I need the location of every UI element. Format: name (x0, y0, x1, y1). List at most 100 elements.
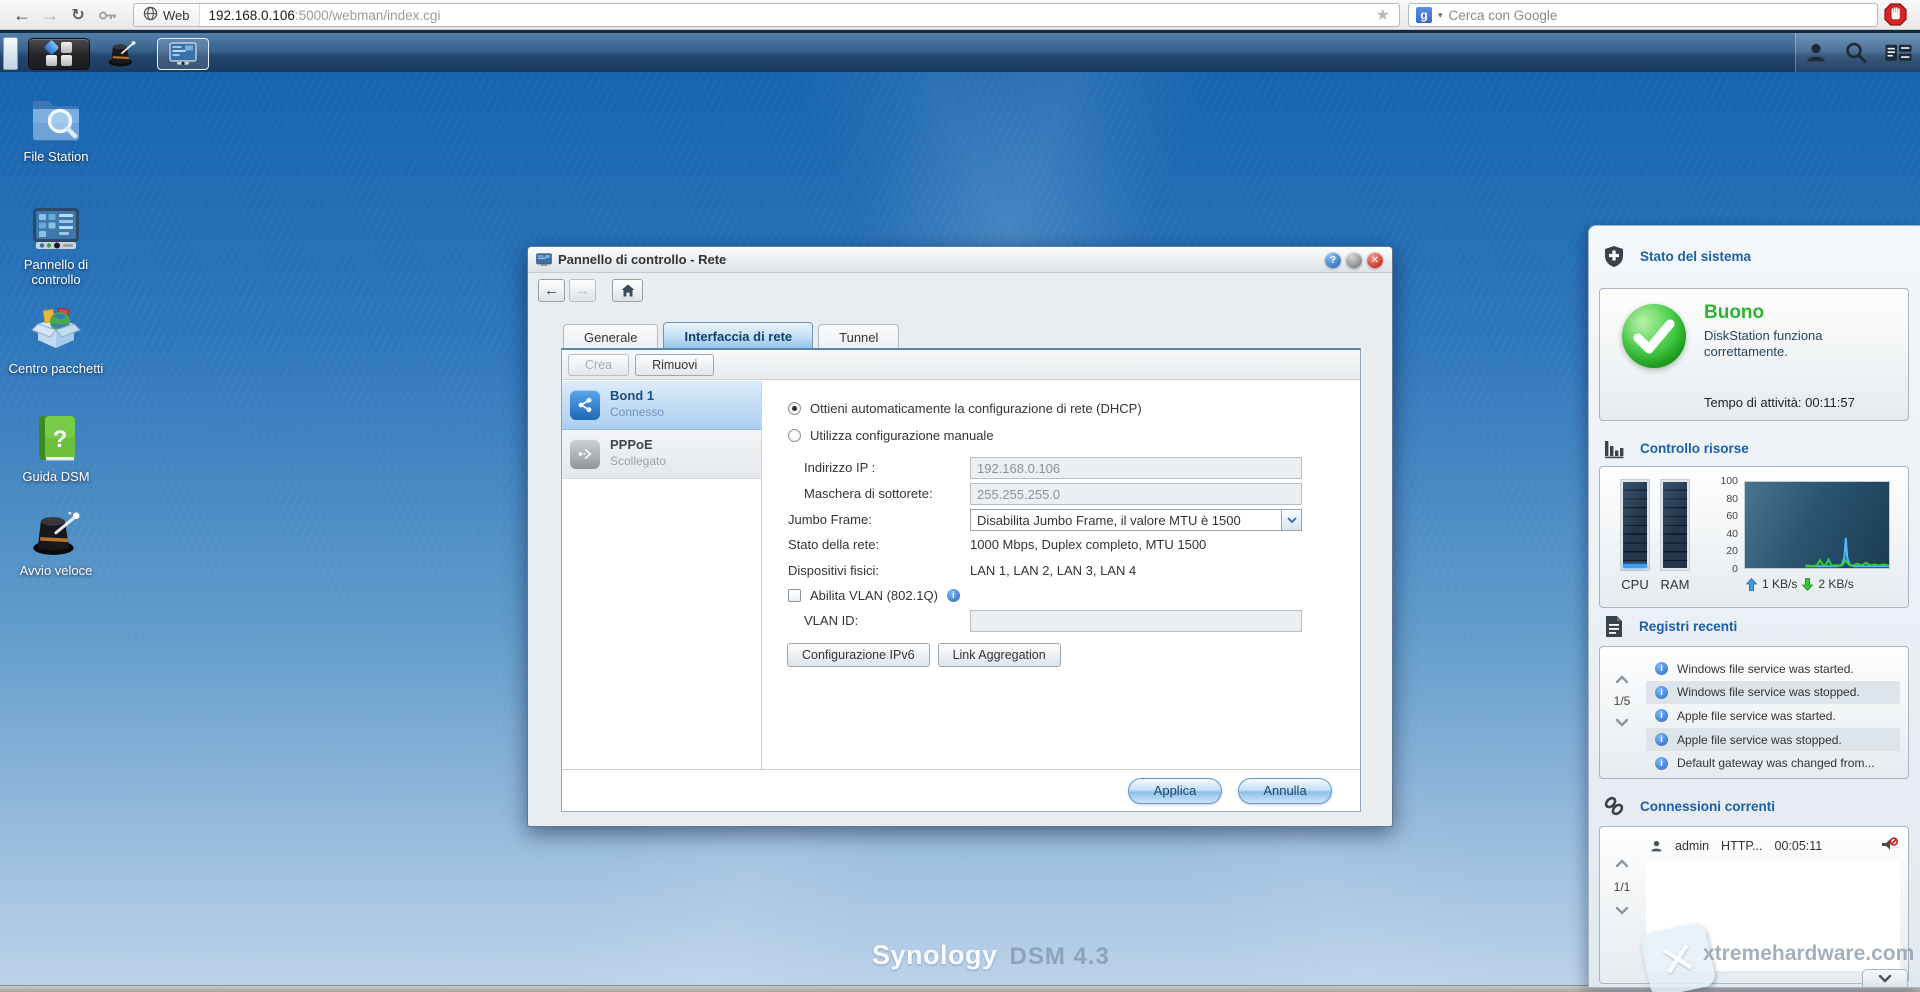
dsm-taskbar (0, 30, 1920, 72)
current-connections-title: Connessioni correnti (1640, 799, 1775, 814)
network-graph-svg (1745, 482, 1889, 568)
log-row[interactable]: iDefault gateway was changed from... (1646, 751, 1900, 775)
upload-rate: 1 KB/s (1762, 577, 1797, 591)
apply-button[interactable]: Applica (1128, 778, 1222, 804)
search-engine-caret-icon[interactable]: ▾ (1438, 10, 1443, 21)
window-title: Pannello di controllo - Rete (558, 252, 726, 267)
window-titlebar[interactable]: Pannello di controllo - Rete (528, 247, 1392, 273)
logs-page-down-icon[interactable] (1615, 718, 1629, 727)
window-back-button[interactable]: ← (538, 279, 565, 302)
desktop-icon-package-center[interactable]: Centro pacchetti (8, 306, 104, 376)
vlan-id-input[interactable] (970, 610, 1302, 632)
connections-page-down-icon[interactable] (1615, 906, 1629, 915)
search-box[interactable]: g ▾ (1408, 3, 1878, 27)
logs-page-indicator: 1/5 (1606, 694, 1638, 708)
site-identity-badge[interactable]: Web (134, 4, 200, 26)
control-panel-window-icon (169, 42, 197, 66)
logs-page-up-icon[interactable] (1615, 675, 1629, 684)
interface-item-bond1[interactable]: Bond 1 Connesso (562, 381, 761, 430)
resource-monitor-card: CPU RAM 100 80 60 40 20 0 1 KB/s 2 KB (1599, 466, 1909, 608)
file-station-icon (30, 96, 82, 144)
manual-radio-row: Utilizza configurazione manuale (788, 428, 994, 443)
status-word: Buono (1704, 302, 1764, 324)
manual-config-radio[interactable] (788, 429, 801, 442)
show-desktop-button[interactable] (3, 37, 18, 70)
close-button[interactable]: ✕ (1367, 252, 1383, 268)
interface-list: Bond 1 Connesso PPPoE Scollegato (562, 381, 762, 769)
connections-page-up-icon[interactable] (1615, 859, 1629, 868)
current-connections-card: 1/1 admin HTTP... 00:05:11 (1599, 826, 1909, 984)
shield-icon (1603, 245, 1625, 268)
svg-text:?: ? (53, 426, 68, 453)
window-home-button[interactable] (612, 279, 643, 302)
kick-connection-icon[interactable] (1881, 837, 1898, 855)
quick-launch-taskbar-button[interactable] (100, 38, 144, 70)
sidebar-collapse-button[interactable] (1862, 969, 1908, 988)
ip-label-row: Indirizzo IP : (804, 460, 875, 475)
widgets-icon[interactable] (1885, 43, 1912, 63)
current-connections-header[interactable]: Connessioni correnti (1603, 794, 1775, 818)
url-bar[interactable]: Web 192.168.0.106:5000/webman/index.cgi … (133, 3, 1400, 27)
create-button[interactable]: Crea (568, 354, 629, 376)
remove-button[interactable]: Rimuovi (635, 354, 714, 376)
tab-generale[interactable]: Generale (563, 324, 658, 349)
interface-item-pppoe[interactable]: PPPoE Scollegato (562, 430, 761, 479)
subnet-input[interactable] (970, 483, 1302, 505)
desktop-icon-quick-start[interactable]: Avvio veloce (8, 510, 104, 578)
net-status-row: Stato della rete: (788, 537, 879, 552)
window-forward-button[interactable]: → (569, 279, 596, 302)
system-status-header[interactable]: Stato del sistema (1603, 244, 1751, 268)
ipv6-config-button[interactable]: Configurazione IPv6 (787, 643, 930, 667)
minimize-button[interactable] (1346, 252, 1362, 268)
dhcp-radio[interactable] (788, 402, 801, 415)
main-menu-button[interactable] (28, 38, 90, 70)
tab-interfaccia-di-rete[interactable]: Interfaccia di rete (663, 322, 813, 349)
browser-forward-button[interactable]: → (36, 1, 64, 29)
search-input[interactable] (1449, 8, 1877, 23)
form-buttons-row: Configurazione IPv6 Link Aggregation (787, 643, 1061, 667)
ram-gauge (1660, 479, 1690, 571)
bookmark-star-icon[interactable]: ★ (1376, 5, 1399, 25)
user-icon[interactable] (1804, 40, 1828, 65)
site-badge-label: Web (163, 8, 190, 23)
subnet-label-row: Maschera di sottorete: (804, 486, 933, 501)
link-aggregation-button[interactable]: Link Aggregation (938, 643, 1061, 667)
browser-reload-button[interactable]: ↻ (64, 1, 92, 29)
network-graph (1744, 481, 1890, 569)
dropdown-arrow-icon[interactable] (1281, 510, 1301, 530)
net-status-value-row: 1000 Mbps, Duplex completo, MTU 1500 (970, 537, 1206, 552)
desktop-icon-file-station[interactable]: File Station (8, 96, 104, 164)
jumbo-frame-select[interactable]: Disabilita Jumbo Frame, il valore MTU è … (970, 509, 1302, 531)
vlan-checkbox[interactable] (788, 589, 801, 602)
recent-logs-title: Registri recenti (1639, 619, 1737, 634)
desktop-icon-dsm-help[interactable]: ? Guida DSM (8, 414, 104, 484)
log-row[interactable]: iApple file service was stopped. (1646, 728, 1900, 752)
system-status-title: Stato del sistema (1640, 249, 1751, 264)
cancel-button[interactable]: Annulla (1238, 778, 1332, 804)
devices-row: Dispositivi fisici: (788, 563, 879, 578)
log-row[interactable]: iWindows file service was stopped. (1646, 681, 1900, 705)
document-icon (1603, 615, 1624, 638)
cpu-gauge-fill (1623, 564, 1647, 568)
connection-row[interactable]: admin HTTP... 00:05:11 (1650, 837, 1898, 855)
bar-chart-icon (1603, 437, 1625, 459)
resource-monitor-header[interactable]: Controllo risorse (1603, 436, 1749, 460)
key-icon[interactable] (94, 1, 122, 29)
main-menu-icon (45, 41, 73, 67)
search-icon[interactable] (1844, 40, 1868, 65)
log-row[interactable]: iWindows file service was started. (1646, 657, 1900, 681)
browser-back-button[interactable]: ← (8, 1, 36, 29)
help-button[interactable]: ? (1325, 252, 1341, 268)
vlan-info-icon[interactable]: i (947, 589, 960, 602)
log-row[interactable]: iApple file service was started. (1646, 704, 1900, 728)
recent-logs-header[interactable]: Registri recenti (1603, 614, 1737, 638)
ip-input[interactable] (970, 457, 1302, 479)
desktop-icon-control-panel[interactable]: Pannello di controllo (8, 206, 104, 287)
control-panel-taskbar-button[interactable] (157, 38, 209, 70)
connections-page-indicator: 1/1 (1606, 880, 1638, 894)
tab-tunnel[interactable]: Tunnel (818, 324, 899, 349)
stop-hand-icon[interactable] (1884, 3, 1907, 29)
ram-label: RAM (1658, 577, 1692, 592)
interface-name: Bond 1 (610, 388, 654, 403)
magic-hat-icon (107, 40, 137, 68)
